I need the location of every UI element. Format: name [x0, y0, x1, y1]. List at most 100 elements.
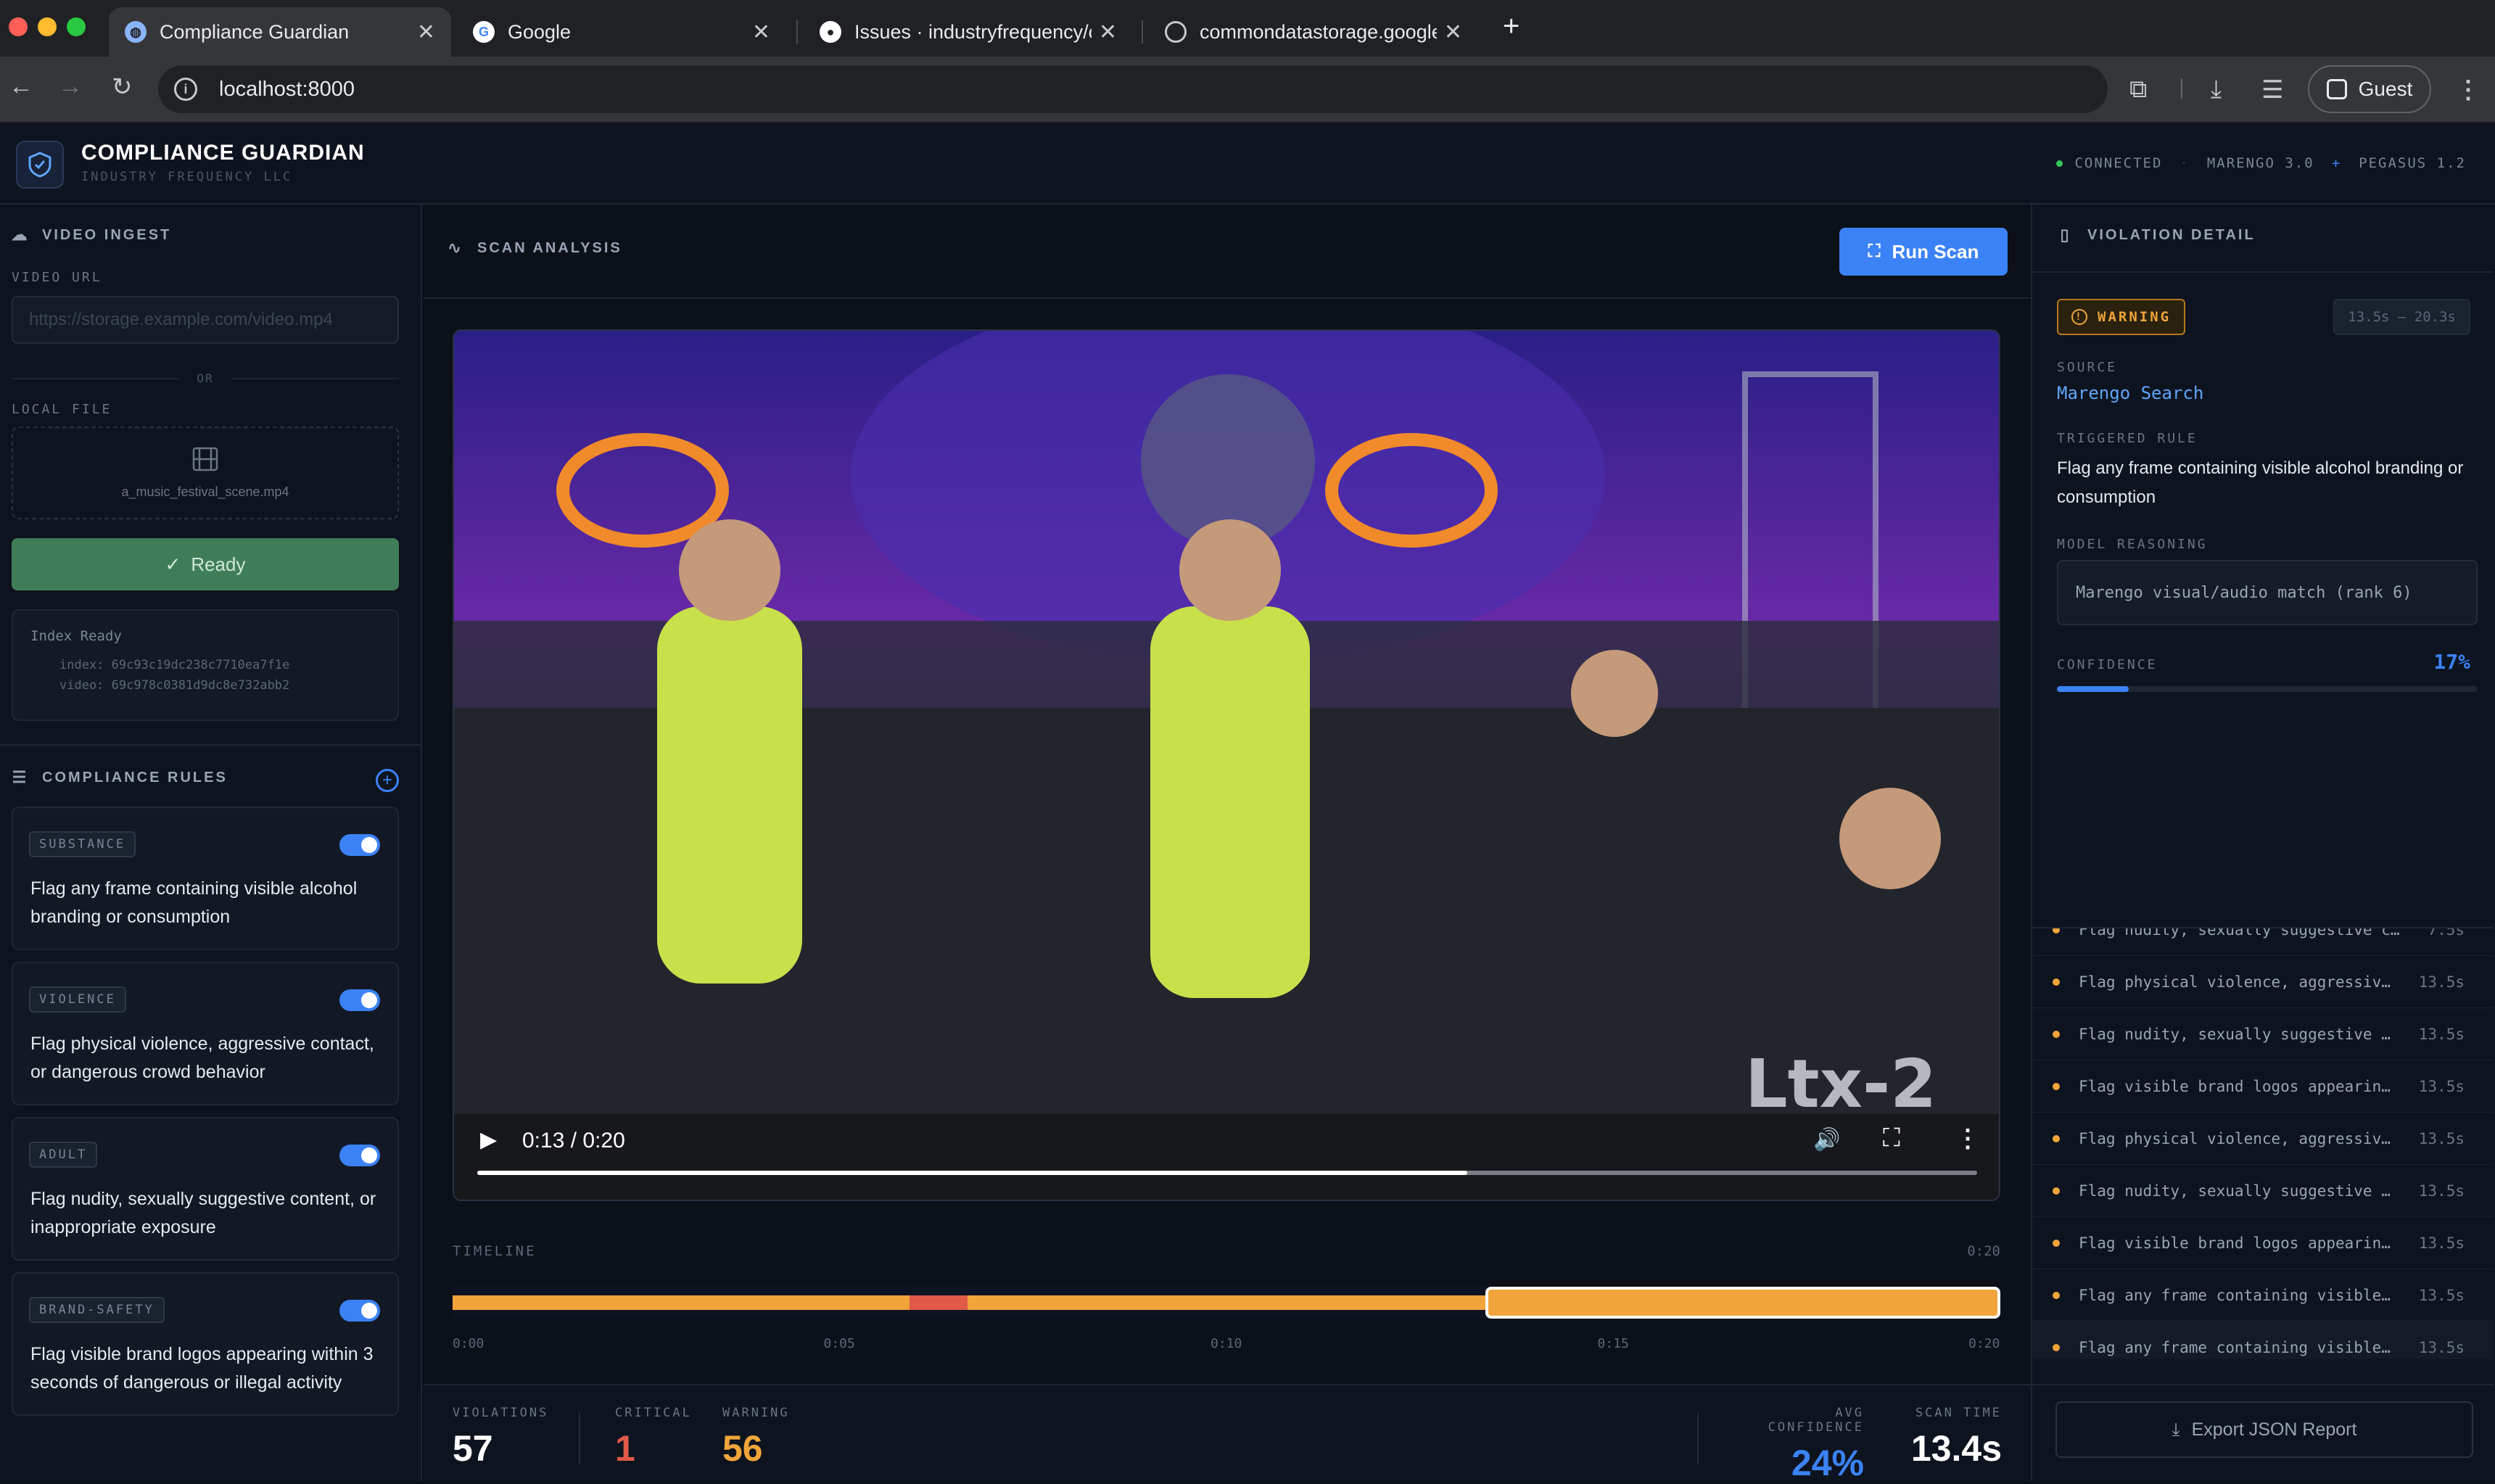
rule-card-adult[interactable]: ADULT Flag nudity, sexually suggestive c… [12, 1117, 399, 1261]
rule-toggle[interactable] [339, 834, 380, 856]
play-icon[interactable]: ▶ [480, 1127, 497, 1153]
site-info-icon[interactable]: i [174, 78, 197, 101]
violation-list-item[interactable]: Flag any frame containing visible al… 13.… [2032, 1269, 2494, 1322]
toolbar-divider: | [2179, 75, 2185, 99]
run-scan-button[interactable]: ⛶ Run Scan [1839, 228, 2008, 276]
video-player[interactable]: Ltx-2 ▶ 0:13 / 0:20 🔊 ⛶ ⋮ [453, 329, 2000, 1201]
close-tab-icon[interactable]: ✕ [1099, 20, 1117, 45]
violation-list-item[interactable]: Flag physical violence, aggressive c… 13.… [2032, 1113, 2494, 1165]
rule-card-brand-safety[interactable]: BRAND-SAFETY Flag visible brand logos ap… [12, 1272, 399, 1416]
stat-critical: CRITICAL 1 [615, 1406, 692, 1469]
warning-dot-icon [2053, 928, 2060, 933]
download-icon[interactable]: ⤓ [2211, 75, 2222, 104]
timeline-segment-warning-selected[interactable] [1485, 1287, 2000, 1319]
violation-list[interactable]: Flag nudity, sexually suggestive cont… 7.… [2032, 927, 2494, 1359]
video-watermark: Ltx-2 [1745, 1045, 1937, 1123]
violation-list-item[interactable]: Flag nudity, sexually suggestive con… 13.… [2032, 1008, 2494, 1060]
add-rule-button[interactable]: + [376, 769, 399, 792]
violation-list-item[interactable]: Flag any frame containing visible al… 13.… [2032, 1322, 2494, 1359]
violation-time: 13.5s [2418, 1338, 2465, 1356]
browser-toolbar: ← → ↻ i localhost:8000 ⧉ | ⤓ ☰ Guest ⋮ [0, 57, 2495, 123]
violation-list-item[interactable]: Flag nudity, sexually suggestive cont… 7.… [2032, 927, 2494, 956]
rule-toggle[interactable] [339, 1145, 380, 1166]
violation-list-item[interactable]: Flag visible brand logos appearing w… 13.… [2032, 1217, 2494, 1269]
tab-title: commondatastorage.googlea [1200, 20, 1437, 43]
plus-icon: + [382, 770, 392, 790]
ready-button[interactable]: ✓ Ready [12, 538, 399, 590]
film-icon [192, 447, 218, 471]
violation-timeline[interactable] [453, 1287, 2000, 1319]
reload-icon[interactable]: ↻ [112, 73, 133, 102]
rule-text: Flag any frame containing visible alcoho… [30, 878, 358, 927]
video-url-input[interactable] [12, 296, 399, 344]
export-json-button[interactable]: ⤓ Export JSON Report [2055, 1401, 2473, 1458]
address-bar[interactable]: i localhost:8000 [158, 65, 2108, 113]
violation-text: Flag visible brand logos appearing w… [2079, 1077, 2397, 1095]
video-progress-track[interactable] [477, 1171, 1977, 1175]
browser-tab-compliance[interactable]: ◍ Compliance Guardian ✕ [109, 7, 451, 57]
stat-avg-confidence: AVG CONFIDENCE 24% [1733, 1406, 1864, 1484]
volume-icon[interactable]: 🔊 [1813, 1127, 1840, 1153]
profile-button[interactable]: Guest [2308, 65, 2431, 113]
model-marengo: MARENGO 3.0 [2206, 155, 2314, 171]
stat-label: AVG CONFIDENCE [1768, 1406, 1864, 1435]
scan-icon: ⛶ [1868, 242, 1881, 261]
timeline-segment-warning[interactable] [453, 1295, 910, 1310]
close-tab-icon[interactable]: ✕ [417, 20, 435, 45]
stat-divider [579, 1413, 580, 1464]
violation-text: Flag nudity, sexually suggestive con… [2079, 1025, 2397, 1043]
close-tab-icon[interactable]: ✕ [752, 20, 770, 45]
globe-icon: ◍ [125, 21, 147, 43]
new-tab-button[interactable]: + [1503, 10, 1519, 43]
connection-status: CONNECTED · MARENGO 3.0 + PEGASUS 1.2 [2056, 155, 2466, 171]
fullscreen-icon[interactable]: ⛶ [1883, 1124, 1900, 1153]
timeline-label: TIMELINE [453, 1243, 537, 1259]
browser-tab-storage[interactable]: commondatastorage.googlea ✕ [1149, 7, 1478, 57]
violation-list-item[interactable]: Flag visible brand logos appearing w… 13.… [2032, 1060, 2494, 1113]
reading-list-icon[interactable]: ☰ [2261, 75, 2283, 104]
run-scan-label: Run Scan [1892, 240, 1979, 263]
tab-divider [1142, 20, 1143, 44]
timeline-tick: 0:15 [1597, 1336, 1629, 1351]
forward-arrow-icon[interactable]: → [58, 73, 83, 101]
violation-text: Flag nudity, sexually suggestive cont… [2079, 927, 2407, 939]
file-dropzone[interactable]: a_music_festival_scene.mp4 [12, 426, 399, 519]
rule-card-substance[interactable]: SUBSTANCE Flag any frame containing visi… [12, 807, 399, 950]
warning-dot-icon [2053, 1291, 2060, 1299]
stat-value: 57 [453, 1428, 493, 1469]
stat-scan-time: SCAN TIME 13.4s [1883, 1406, 2002, 1469]
scan-analysis-header: ∿ SCAN ANALYSIS ⛶ Run Scan [424, 205, 2031, 299]
rule-toggle[interactable] [339, 1300, 380, 1322]
violation-list-item[interactable]: Flag physical violence, aggressive c… 13.… [2032, 956, 2494, 1008]
more-menu-icon[interactable]: ⋮ [2456, 75, 2480, 104]
violation-list-item[interactable]: Flag nudity, sexually suggestive con… 13.… [2032, 1165, 2494, 1217]
section-title: COMPLIANCE RULES [42, 769, 228, 786]
rule-card-violence[interactable]: VIOLENCE Flag physical violence, aggress… [12, 962, 399, 1105]
stat-label: VIOLATIONS [453, 1406, 549, 1420]
stat-divider [1697, 1413, 1699, 1464]
stat-warning: WARNING 56 [722, 1406, 790, 1469]
tab-divider [796, 20, 798, 44]
rule-text: Flag physical violence, aggressive conta… [30, 1034, 374, 1082]
scan-stats-bar: VIOLATIONS 57 CRITICAL 1 WARNING 56 AVG … [424, 1384, 2031, 1484]
section-divider [2032, 271, 2494, 273]
section-divider [0, 744, 422, 746]
browser-tab-google[interactable]: G Google ✕ [457, 7, 786, 57]
back-arrow-icon[interactable]: ← [9, 73, 33, 101]
maximize-window-button[interactable] [67, 17, 86, 36]
app-subtitle: INDUSTRY FREQUENCY LLC [81, 170, 293, 184]
rule-toggle[interactable] [339, 989, 380, 1011]
minimize-window-button[interactable] [38, 17, 57, 36]
pulse-icon: ∿ [448, 239, 463, 257]
timeline-end-label: 0:20 [1967, 1243, 2000, 1259]
more-options-icon[interactable]: ⋮ [1955, 1124, 1980, 1153]
stat-violations: VIOLATIONS 57 [453, 1406, 548, 1469]
browser-tab-github[interactable]: ● Issues · industryfrequency/co ✕ [804, 7, 1133, 57]
timeline-segment-critical[interactable] [909, 1295, 968, 1310]
close-window-button[interactable] [9, 17, 28, 36]
lens-icon[interactable]: ⧉ [2129, 75, 2147, 104]
connected-label: CONNECTED [2074, 155, 2163, 171]
violation-time: 13.5s [2418, 1234, 2465, 1252]
close-tab-icon[interactable]: ✕ [1444, 20, 1462, 45]
timeline-segment-warning[interactable] [967, 1295, 1486, 1310]
